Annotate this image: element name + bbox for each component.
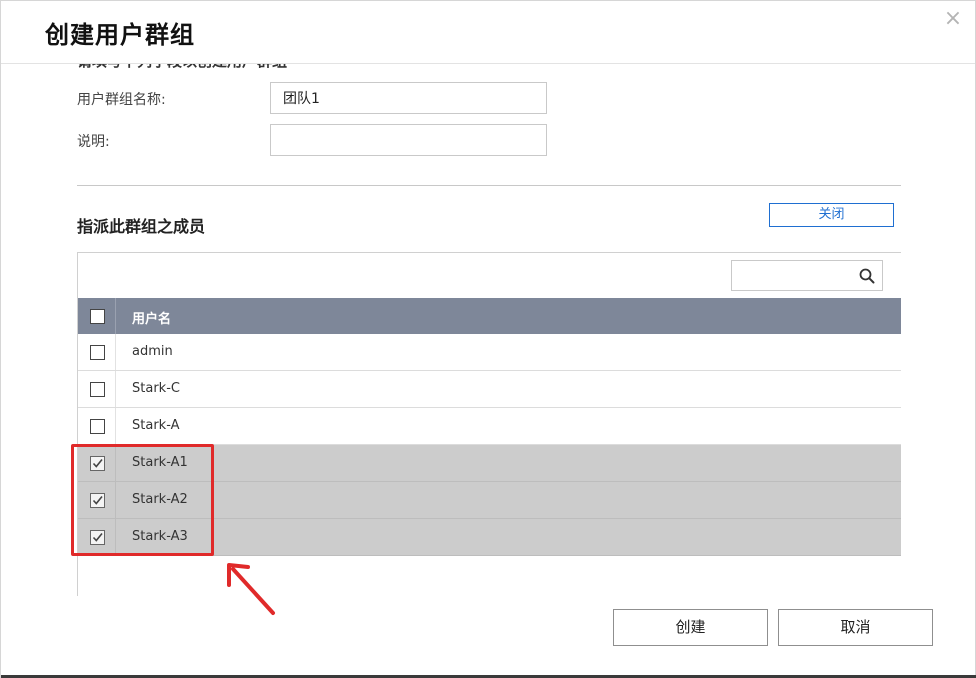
checkbox-checked-icon[interactable] [90, 530, 105, 545]
dialog-title: 创建用户群组 [45, 21, 195, 49]
select-all-checkbox[interactable] [90, 309, 105, 324]
dialog-header: 创建用户群组 × [1, 1, 975, 64]
search-field[interactable] [731, 260, 883, 291]
members-section-title: 指派此群组之成员 [77, 217, 206, 236]
description-label: 说明: [77, 134, 110, 150]
create-button[interactable]: 创建 [613, 609, 768, 646]
search-input[interactable] [732, 261, 854, 290]
search-icon[interactable] [858, 267, 876, 285]
username-cell: Stark-C [132, 381, 180, 396]
select-all-cell [78, 298, 116, 334]
close-icon[interactable]: × [941, 7, 965, 31]
arrow-icon [227, 563, 275, 615]
username-cell: Stark-A2 [132, 492, 188, 507]
username-cell: admin [132, 344, 173, 359]
members-panel: 用户名 admin Stark-C Stark-A Stark-A1 Stark… [77, 252, 901, 596]
checkbox-unchecked-icon[interactable] [90, 345, 105, 360]
checkbox-checked-icon[interactable] [90, 456, 105, 471]
table-row-selected[interactable]: Stark-A1 [78, 445, 901, 482]
checkbox-unchecked-icon[interactable] [90, 382, 105, 397]
username-cell: Stark-A [132, 418, 180, 433]
divider [77, 185, 901, 186]
username-cell: Stark-A3 [132, 529, 188, 544]
description-input[interactable] [270, 124, 547, 156]
table-row[interactable]: admin [78, 334, 901, 371]
group-name-input[interactable] [270, 82, 547, 114]
username-column-header[interactable]: 用户名 [132, 308, 171, 327]
username-cell: Stark-A1 [132, 455, 188, 470]
table-row-selected[interactable]: Stark-A2 [78, 482, 901, 519]
cancel-button[interactable]: 取消 [778, 609, 933, 646]
checkbox-unchecked-icon[interactable] [90, 419, 105, 434]
group-name-label: 用户群组名称: [77, 92, 166, 108]
checkbox-checked-icon[interactable] [90, 493, 105, 508]
create-user-group-dialog: 创建用户群组 × 请填写下列字段以创建用户群组 用户群组名称: 说明: 指派此群… [0, 0, 976, 678]
table-row-selected[interactable]: Stark-A3 [78, 519, 901, 556]
table-header: 用户名 [78, 298, 901, 334]
table-row[interactable]: Stark-A [78, 408, 901, 445]
table-row[interactable]: Stark-C [78, 371, 901, 408]
close-members-button[interactable]: 关闭 [769, 203, 894, 227]
